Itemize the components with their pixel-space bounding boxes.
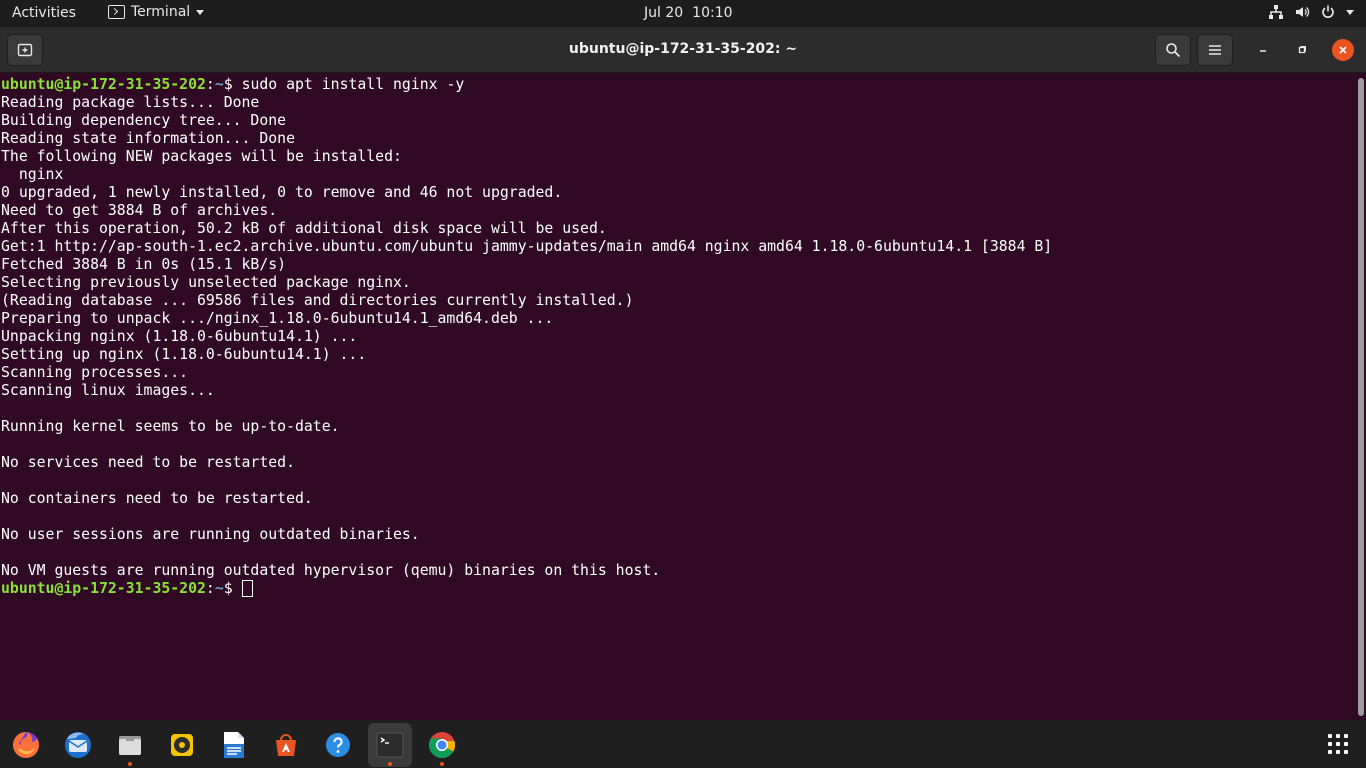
prompt-separator: : — [205, 76, 215, 93]
output-line: No VM guests are running outdated hyperv… — [1, 562, 661, 579]
dock — [0, 720, 1366, 768]
dock-item-chrome[interactable] — [420, 723, 464, 767]
search-button[interactable] — [1155, 34, 1191, 66]
dock-item-writer[interactable] — [212, 723, 256, 767]
output-line: Running kernel seems to be up-to-date. — [1, 418, 340, 435]
chevron-down-icon — [1346, 9, 1354, 15]
prompt-separator: : — [205, 580, 215, 597]
app-menu[interactable]: Terminal — [108, 4, 205, 20]
rhythmbox-icon — [171, 734, 193, 756]
clock-date: Jul 20 — [644, 5, 684, 21]
output-line: (Reading database ... 69586 files and di… — [1, 292, 634, 309]
scrollbar-thumb[interactable] — [1358, 78, 1364, 716]
dock-item-terminal[interactable] — [368, 723, 412, 767]
output-line: Preparing to unpack .../nginx_1.18.0-6ub… — [1, 310, 554, 327]
dock-item-thunderbird[interactable] — [56, 723, 100, 767]
output-line: Reading package lists... Done — [1, 94, 260, 111]
output-line: After this operation, 50.2 kB of additio… — [1, 220, 607, 237]
command-text: sudo apt install nginx -y — [241, 76, 465, 93]
output-line: Unpacking nginx (1.18.0-6ubuntu14.1) ... — [1, 328, 358, 345]
dock-item-files[interactable] — [108, 723, 152, 767]
window-headerbar: ubuntu@ip-172-31-35-202: ~ — [0, 27, 1366, 73]
prompt-user: ubuntu@ip-172-31-35-202 — [1, 76, 206, 93]
output-line: Fetched 3884 B in 0s (15.1 kB/s) — [1, 256, 287, 273]
hamburger-icon — [1209, 45, 1221, 55]
firefox-icon — [13, 732, 39, 758]
output-line: Reading state information... Done — [1, 130, 295, 147]
dock-item-software[interactable] — [264, 723, 308, 767]
output-line: 0 upgraded, 1 newly installed, 0 to remo… — [1, 184, 563, 201]
activities-button[interactable]: Activities — [12, 5, 76, 21]
hamburger-menu-button[interactable] — [1197, 34, 1233, 66]
terminal-view[interactable]: ubuntu@ip-172-31-35-202:~$ sudo apt inst… — [0, 74, 1356, 720]
output-line: No containers need to be restarted. — [1, 490, 313, 507]
running-indicator — [440, 762, 444, 766]
active-prompt-line[interactable]: ubuntu@ip-172-31-35-202:~$ — [1, 580, 1052, 598]
output-line: Scanning processes... — [1, 364, 189, 381]
dock-item-rhythmbox[interactable] — [160, 723, 204, 767]
output-line: The following NEW packages will be insta… — [1, 148, 402, 165]
output-line: Scanning linux images... — [1, 382, 215, 399]
thunderbird-icon — [65, 732, 91, 758]
terminal-app-icon — [108, 5, 125, 19]
command-line: ubuntu@ip-172-31-35-202:~$ sudo apt inst… — [1, 76, 1052, 94]
output-line: nginx — [1, 166, 64, 183]
show-applications-button[interactable] — [1328, 734, 1348, 754]
text-cursor — [241, 580, 253, 597]
minimize-icon — [1260, 50, 1266, 52]
chevron-down-icon — [196, 9, 205, 15]
software-center-icon — [276, 734, 296, 756]
output-line: Selecting previously unselected package … — [1, 274, 411, 291]
prompt-symbol: $ — [223, 76, 242, 93]
terminal-output: ubuntu@ip-172-31-35-202:~$ sudo apt inst… — [1, 76, 1052, 598]
prompt-path: ~ — [214, 580, 224, 597]
clock-time: 10:10 — [692, 5, 733, 21]
dock-item-help[interactable] — [316, 723, 360, 767]
help-icon — [326, 733, 350, 757]
prompt-symbol: $ — [223, 580, 242, 597]
output-line: No services need to be restarted. — [1, 454, 295, 471]
files-icon — [119, 736, 141, 755]
network-icon — [1269, 5, 1283, 19]
running-indicator — [388, 762, 392, 766]
volume-icon — [1296, 7, 1310, 17]
output-line: Setting up nginx (1.18.0-6ubuntu14.1) ..… — [1, 346, 367, 363]
power-icon — [1322, 5, 1334, 18]
app-grid-icon — [1328, 734, 1332, 738]
minimize-button[interactable] — [1252, 39, 1274, 61]
dock-item-firefox[interactable] — [4, 723, 48, 767]
clock[interactable]: Jul 20 10:10 — [644, 5, 733, 21]
close-icon — [1339, 46, 1347, 54]
top-bar: Activities Terminal Jul 20 10:10 — [0, 0, 1366, 27]
terminal-scrollbar[interactable] — [1356, 74, 1366, 720]
output-line: Get:1 http://ap-south-1.ec2.archive.ubun… — [1, 238, 1053, 255]
close-button[interactable] — [1332, 39, 1354, 61]
output-line: Building dependency tree... Done — [1, 112, 287, 129]
output-line: No user sessions are running outdated bi… — [1, 526, 420, 543]
output-line: Need to get 3884 B of archives. — [1, 202, 278, 219]
command-output: Reading package lists... Done Building de… — [1, 94, 1052, 580]
restore-icon — [1298, 46, 1306, 54]
libreoffice-writer-icon — [224, 732, 244, 758]
maximize-button[interactable] — [1291, 39, 1313, 61]
chrome-icon — [429, 732, 456, 759]
running-indicator — [128, 762, 132, 766]
app-menu-label: Terminal — [131, 4, 191, 20]
terminal-icon — [376, 732, 404, 758]
prompt-user: ubuntu@ip-172-31-35-202 — [1, 580, 206, 597]
prompt-path: ~ — [214, 76, 224, 93]
system-tray[interactable] — [1268, 4, 1354, 20]
search-icon — [1166, 43, 1181, 58]
